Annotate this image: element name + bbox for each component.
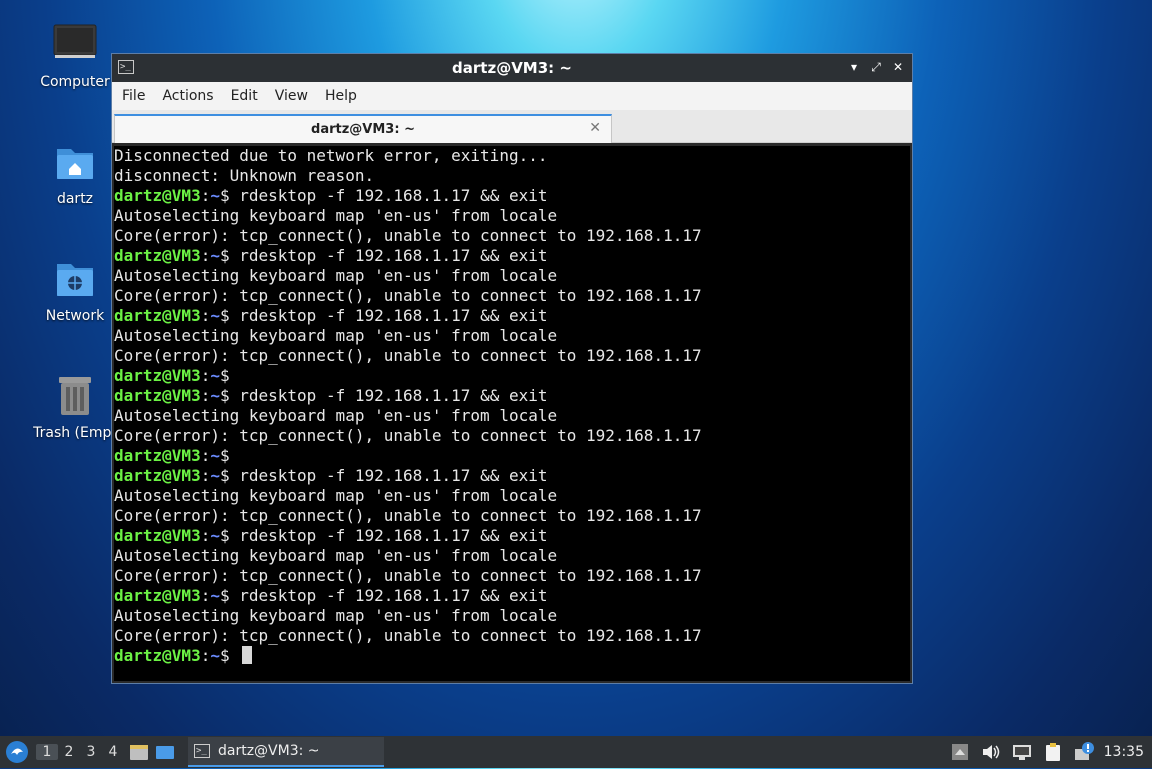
terminal-output-line: Core(error): tcp_connect(), unable to co… bbox=[114, 226, 702, 245]
home-folder-icon bbox=[51, 139, 99, 187]
terminal-prompt-line: dartz@VM3:~$ rdesktop -f 192.168.1.17 &&… bbox=[114, 246, 548, 265]
terminal-output-line: Autoselecting keyboard map 'en-us' from … bbox=[114, 606, 558, 625]
menu-view[interactable]: View bbox=[269, 88, 314, 104]
terminal-app-icon: >_ bbox=[118, 60, 134, 74]
prompt-user: dartz@VM3 bbox=[114, 306, 201, 325]
file-manager-icon[interactable] bbox=[128, 741, 150, 763]
tab-terminal[interactable]: dartz@VM3: ~ ✕ bbox=[114, 114, 612, 143]
terminal-prompt-line: dartz@VM3:~$ rdesktop -f 192.168.1.17 &&… bbox=[114, 466, 548, 485]
window-title: dartz@VM3: ~ bbox=[452, 59, 572, 77]
desktop-icon-label: Computer bbox=[40, 74, 110, 90]
prompt-path: ~ bbox=[210, 466, 220, 485]
terminal-prompt-line: dartz@VM3:~$ rdesktop -f 192.168.1.17 &&… bbox=[114, 186, 548, 205]
terminal-cursor bbox=[242, 646, 253, 664]
window-titlebar[interactable]: >_ dartz@VM3: ~ ▾ ⤢ ✕ bbox=[112, 54, 912, 82]
taskbar: 1 2 3 4 >_ dartz@VM3: ~ 13:35 bbox=[0, 736, 1152, 768]
terminal-output-line: Autoselecting keyboard map 'en-us' from … bbox=[114, 406, 558, 425]
desktop-icon-home[interactable]: dartz bbox=[27, 139, 123, 207]
menu-file[interactable]: File bbox=[116, 88, 151, 104]
minimize-button[interactable]: ▾ bbox=[846, 59, 862, 75]
menu-actions[interactable]: Actions bbox=[156, 88, 219, 104]
tab-bar: dartz@VM3: ~ ✕ bbox=[112, 110, 912, 143]
terminal-output-line: Autoselecting keyboard map 'en-us' from … bbox=[114, 266, 558, 285]
terminal-prompt-line: dartz@VM3:~$ rdesktop -f 192.168.1.17 &&… bbox=[114, 526, 548, 545]
terminal-prompt-line: dartz@VM3:~$ rdesktop -f 192.168.1.17 &&… bbox=[114, 586, 548, 605]
terminal-output-line: Core(error): tcp_connect(), unable to co… bbox=[114, 626, 702, 645]
prompt-user: dartz@VM3 bbox=[114, 186, 201, 205]
system-tray: 13:35 bbox=[949, 736, 1152, 768]
terminal-output-line: Autoselecting keyboard map 'en-us' from … bbox=[114, 486, 558, 505]
terminal-output-line: Core(error): tcp_connect(), unable to co… bbox=[114, 506, 702, 525]
terminal-task-icon: >_ bbox=[194, 744, 210, 758]
prompt-user: dartz@VM3 bbox=[114, 366, 201, 385]
prompt-path: ~ bbox=[210, 246, 220, 265]
terminal-output-line: Disconnected due to network error, exiti… bbox=[114, 146, 548, 165]
prompt-path: ~ bbox=[210, 526, 220, 545]
prompt-path: ~ bbox=[210, 586, 220, 605]
terminal-prompt-line: dartz@VM3:~$ bbox=[114, 366, 230, 385]
prompt-path: ~ bbox=[210, 446, 220, 465]
prompt-path: ~ bbox=[210, 186, 220, 205]
network-tray-icon[interactable] bbox=[1011, 741, 1033, 763]
menubar: File Actions Edit View Help bbox=[112, 82, 912, 110]
menu-edit[interactable]: Edit bbox=[225, 88, 264, 104]
tray-expand-icon[interactable] bbox=[949, 741, 971, 763]
network-folder-icon bbox=[51, 256, 99, 304]
terminal-output-line: Autoselecting keyboard map 'en-us' from … bbox=[114, 326, 558, 345]
show-desktop-icon[interactable] bbox=[154, 741, 176, 763]
volume-icon[interactable] bbox=[980, 741, 1002, 763]
desktop-icon-computer[interactable]: Computer bbox=[27, 22, 123, 90]
prompt-path: ~ bbox=[210, 386, 220, 405]
start-menu-icon[interactable] bbox=[4, 739, 30, 765]
prompt-user: dartz@VM3 bbox=[114, 586, 201, 605]
terminal-output-line: Core(error): tcp_connect(), unable to co… bbox=[114, 566, 702, 585]
computer-icon bbox=[51, 22, 99, 70]
maximize-button[interactable]: ⤢ bbox=[868, 59, 884, 75]
prompt-path: ~ bbox=[210, 366, 220, 385]
terminal-output-line: disconnect: Unknown reason. bbox=[114, 166, 375, 185]
task-label: dartz@VM3: ~ bbox=[218, 743, 320, 759]
prompt-user: dartz@VM3 bbox=[114, 386, 201, 405]
prompt-user: dartz@VM3 bbox=[114, 646, 201, 665]
close-button[interactable]: ✕ bbox=[890, 59, 906, 75]
tab-label: dartz@VM3: ~ bbox=[311, 122, 415, 137]
workspace-4[interactable]: 4 bbox=[102, 744, 124, 760]
tab-close-icon[interactable]: ✕ bbox=[589, 120, 601, 136]
notification-icon[interactable] bbox=[1073, 741, 1095, 763]
prompt-user: dartz@VM3 bbox=[114, 246, 201, 265]
desktop-icon-trash[interactable]: Trash (Empt bbox=[27, 373, 123, 441]
prompt-user: dartz@VM3 bbox=[114, 466, 201, 485]
terminal-prompt-line: dartz@VM3:~$ bbox=[114, 646, 910, 666]
terminal-output[interactable]: Disconnected due to network error, exiti… bbox=[114, 146, 910, 681]
desktop-icon-label: Trash (Empt bbox=[33, 425, 117, 441]
clock[interactable]: 13:35 bbox=[1104, 744, 1144, 760]
workspace-1[interactable]: 1 bbox=[36, 744, 58, 760]
terminal-window: >_ dartz@VM3: ~ ▾ ⤢ ✕ File Actions Edit … bbox=[111, 53, 913, 684]
taskbar-terminal-task[interactable]: >_ dartz@VM3: ~ bbox=[188, 737, 384, 767]
terminal-prompt-line: dartz@VM3:~$ rdesktop -f 192.168.1.17 &&… bbox=[114, 386, 548, 405]
desktop-icon-network[interactable]: Network bbox=[27, 256, 123, 324]
desktop-icon-label: Network bbox=[45, 308, 105, 324]
terminal-prompt-line: dartz@VM3:~$ rdesktop -f 192.168.1.17 &&… bbox=[114, 306, 548, 325]
terminal-output-line: Core(error): tcp_connect(), unable to co… bbox=[114, 346, 702, 365]
prompt-user: dartz@VM3 bbox=[114, 446, 201, 465]
terminal-output-line: Core(error): tcp_connect(), unable to co… bbox=[114, 426, 702, 445]
clipboard-icon[interactable] bbox=[1042, 741, 1064, 763]
workspace-2[interactable]: 2 bbox=[58, 744, 80, 760]
terminal-output-line: Autoselecting keyboard map 'en-us' from … bbox=[114, 546, 558, 565]
terminal-prompt-line: dartz@VM3:~$ bbox=[114, 446, 230, 465]
menu-help[interactable]: Help bbox=[319, 88, 363, 104]
terminal-output-line: Core(error): tcp_connect(), unable to co… bbox=[114, 286, 702, 305]
prompt-path: ~ bbox=[210, 306, 220, 325]
desktop-icon-label: dartz bbox=[56, 191, 94, 207]
trash-icon bbox=[51, 373, 99, 421]
prompt-path: ~ bbox=[210, 646, 220, 665]
prompt-user: dartz@VM3 bbox=[114, 526, 201, 545]
terminal-output-line: Autoselecting keyboard map 'en-us' from … bbox=[114, 206, 558, 225]
workspace-3[interactable]: 3 bbox=[80, 744, 102, 760]
